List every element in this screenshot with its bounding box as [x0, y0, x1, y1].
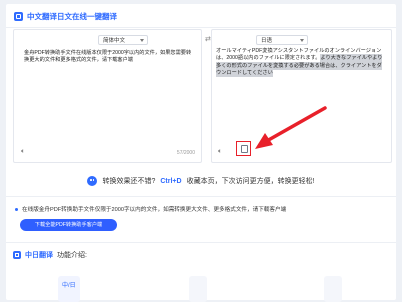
header-divider: [6, 27, 396, 28]
tip-shortcut: Ctrl+D: [160, 177, 182, 185]
copy-button[interactable]: [236, 141, 251, 156]
section-divider: [6, 196, 396, 197]
source-language-label: 简体中文: [103, 38, 126, 44]
features-subtitle: 功能介绍:: [57, 252, 87, 259]
translation-output: オールマイティPDF変換アシスタントファイルのオンラインバージョンは、2000語…: [216, 48, 386, 78]
target-language-label: 日语: [261, 38, 273, 44]
char-counter: 57/2000: [176, 150, 195, 156]
section-divider: [6, 242, 396, 243]
document-feature-icon: [189, 276, 207, 302]
page-header: 中文翻译日文在线一键翻译: [14, 10, 117, 22]
feature-section-icon: [13, 251, 21, 259]
page-title: 中文翻译日文在线一键翻译: [27, 11, 117, 21]
translator-card: 中文翻译日文在线一键翻译 简体中文 金舟PDF转换助手文件在线版本仅限于2000…: [6, 4, 396, 302]
features-title: 中日翻译: [25, 252, 53, 259]
download-client-button[interactable]: 下载全能PDF转换助手客户端: [20, 219, 117, 231]
speaker-icon[interactable]: 🔈︎: [218, 148, 222, 155]
language-feature-icon: [324, 276, 342, 302]
callout-arrow: [255, 106, 327, 149]
source-text-input[interactable]: 金舟PDF转换助手文件在线版本仅限于2000字以内的文件，如果您需要转换更大的文…: [24, 50, 194, 64]
features-heading: 中日翻译 功能介绍:: [13, 250, 87, 260]
smiley-icon: [87, 176, 98, 186]
tip-lead: 转换效果还不错?: [102, 178, 156, 185]
source-panel: 简体中文 金舟PDF转换助手文件在线版本仅限于2000字以内的文件，如果您需要转…: [13, 29, 202, 163]
translate-feature-icon: 中/日: [58, 276, 80, 302]
speaker-icon[interactable]: 🔈︎: [21, 148, 25, 155]
copy-document-icon: [241, 145, 248, 153]
translate-app-icon: [14, 11, 23, 21]
chevron-down-icon: [140, 39, 144, 42]
feature-glyph: 中/日: [62, 283, 76, 289]
bullet-dot: [15, 207, 18, 211]
limit-notice: 在线版金舟PDF转换助手文件仅限于2000字以内的文件，如需转换更大文件、更多格…: [15, 205, 286, 213]
target-language-select[interactable]: 日语: [256, 35, 308, 45]
notice-text: 在线版金舟PDF转换助手文件仅限于2000字以内的文件，如需转换更大文件、更多格…: [22, 207, 287, 213]
source-language-select[interactable]: 简体中文: [98, 35, 148, 45]
chevron-down-icon: [300, 39, 304, 42]
tip-tail: 收藏本页，下次访问更方便，转换更轻松!: [186, 178, 315, 185]
bookmark-tip: 转换效果还不错? Ctrl+D 收藏本页，下次访问更方便，转换更轻松!: [6, 174, 396, 188]
page-background: 中文翻译日文在线一键翻译 简体中文 金舟PDF转换助手文件在线版本仅限于2000…: [0, 0, 402, 302]
